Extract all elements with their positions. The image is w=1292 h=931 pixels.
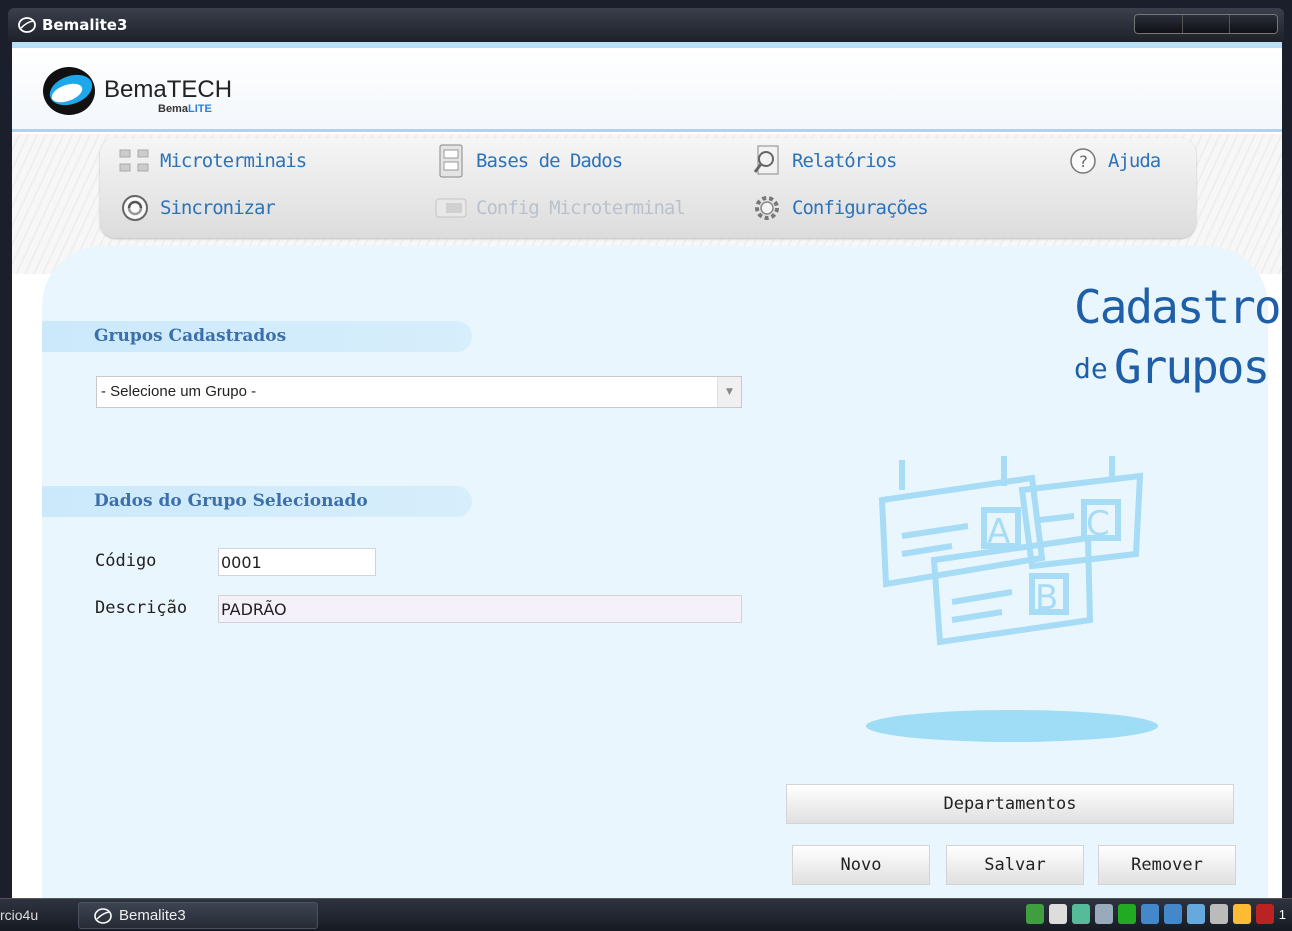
groups-illustration: A C B <box>878 456 1144 646</box>
page-title-line2: Grupos <box>1114 340 1270 394</box>
page-title-de: de <box>1074 352 1108 385</box>
reports-icon <box>750 145 784 176</box>
maximize-button[interactable] <box>1182 15 1231 33</box>
tray-speaker-icon[interactable] <box>1209 904 1228 924</box>
main-menu: Microterminais Bases de Dados Relatórios… <box>100 138 1196 238</box>
tray-users-icon[interactable] <box>1071 904 1090 924</box>
close-button[interactable] <box>1230 15 1277 33</box>
window-titlebar: Bemalite3 <box>8 8 1284 42</box>
tray-power-icon[interactable] <box>1255 904 1274 924</box>
svg-text:?: ? <box>1079 152 1087 171</box>
taskbar-left-text[interactable]: rcio4u <box>0 907 38 923</box>
tray-tool-icon[interactable] <box>1094 904 1113 924</box>
app-icon <box>18 17 36 33</box>
brand-name: BemaTECH <box>104 76 233 103</box>
app-header: BemaTECH BemaLITE <box>12 42 1282 132</box>
tray-app-icon[interactable] <box>1117 904 1136 924</box>
tray-star-icon[interactable] <box>1232 904 1251 924</box>
window-controls <box>1134 14 1278 34</box>
tray-update-icon[interactable] <box>1186 904 1205 924</box>
config-microterminal-icon <box>434 193 468 223</box>
departamentos-button[interactable]: Departamentos <box>786 784 1234 824</box>
menu-ajuda[interactable]: ? Ajuda <box>1066 146 1161 176</box>
remover-button[interactable]: Remover <box>1098 845 1236 885</box>
app-client-area: BemaTECH BemaLITE Microterminais Bases d… <box>12 42 1282 898</box>
app-icon <box>94 907 112 924</box>
menu-configuracoes[interactable]: Configurações <box>750 193 929 223</box>
menu-bases-de-dados[interactable]: Bases de Dados <box>434 144 623 178</box>
window-title: Bemalite3 <box>42 16 128 34</box>
system-tray: 1 <box>1025 904 1286 924</box>
brand-subtitle: BemaLITE <box>158 103 212 115</box>
gear-icon <box>750 193 784 223</box>
descricao-field[interactable]: PADRÃO <box>218 595 742 623</box>
illustration-letter-c: C <box>1086 504 1110 544</box>
menu-config-microterminal[interactable]: Config Microterminal <box>434 193 686 223</box>
group-select[interactable]: - Selecione um Grupo - ▼ <box>96 376 742 408</box>
tray-monitor2-icon[interactable] <box>1163 904 1182 924</box>
database-icon <box>434 144 468 178</box>
novo-button[interactable]: Novo <box>792 845 930 885</box>
illustration-letter-a: A <box>987 512 1010 552</box>
help-icon: ? <box>1066 146 1100 176</box>
groups-section-title: Grupos Cadastrados <box>94 326 287 346</box>
menu-relatorios[interactable]: Relatórios <box>750 145 897 176</box>
chevron-down-icon[interactable]: ▼ <box>717 377 741 407</box>
codigo-field[interactable]: 0001 <box>218 548 376 576</box>
illustration-letter-b: B <box>1035 578 1058 618</box>
details-section-title: Dados do Grupo Selecionado <box>94 491 368 511</box>
page-title-line1: Cadastro <box>1074 280 1282 334</box>
tray-monitor-icon[interactable] <box>1140 904 1159 924</box>
menu-sincronizar[interactable]: Sincronizar <box>118 193 276 223</box>
minimize-button[interactable] <box>1135 15 1183 33</box>
microterminals-icon <box>118 146 152 176</box>
bematech-logo-icon <box>43 67 95 115</box>
tray-network-icon[interactable] <box>1025 904 1044 924</box>
illustration-shadow <box>866 710 1158 742</box>
tray-shield-icon[interactable] <box>1048 904 1067 924</box>
group-select-value: - Selecione um Grupo - <box>101 383 257 400</box>
sync-icon <box>118 193 152 223</box>
taskbar: rcio4u Bemalite3 1 <box>0 898 1292 931</box>
salvar-button[interactable]: Salvar <box>946 845 1084 885</box>
taskbar-app-button[interactable]: Bemalite3 <box>78 902 318 929</box>
descricao-label: Descrição <box>95 598 188 618</box>
codigo-label: Código <box>95 551 157 571</box>
tray-number: 1 <box>1278 906 1286 922</box>
menu-microterminais[interactable]: Microterminais <box>118 146 307 176</box>
